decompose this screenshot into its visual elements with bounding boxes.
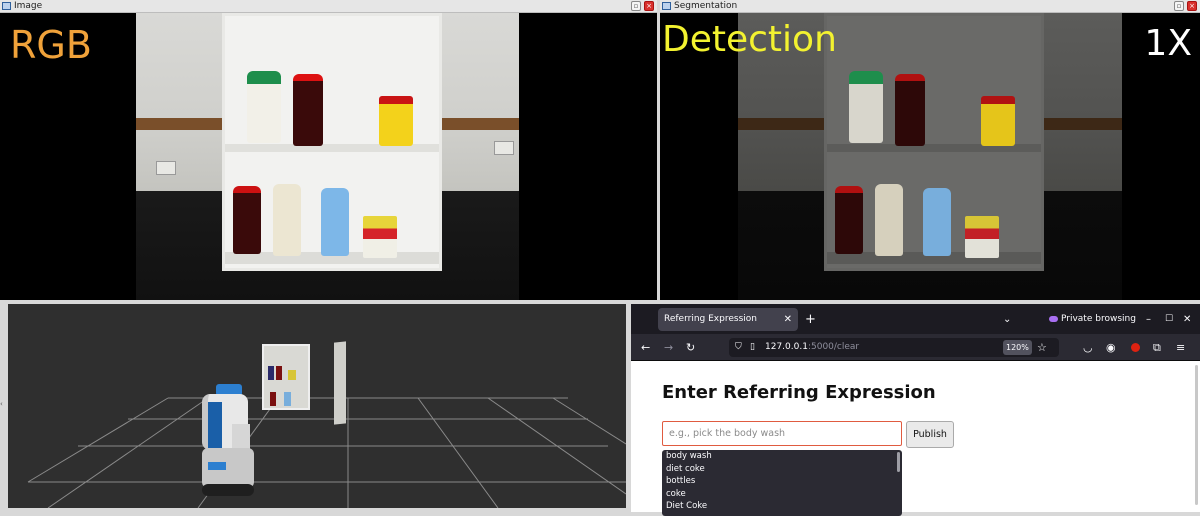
minimize-icon[interactable]: – [1146, 308, 1151, 331]
segmentation-window-titlebar[interactable]: Segmentation ▫ × [660, 0, 1200, 13]
suggestion-item[interactable]: bottles [662, 475, 902, 488]
ground-grid [27, 397, 626, 508]
extension-badge-icon[interactable] [1131, 343, 1140, 352]
diet-coke-bottle [835, 186, 863, 254]
close-icon[interactable]: × [644, 1, 654, 11]
maximize-icon[interactable]: ☐ [1165, 308, 1173, 331]
menu-icon[interactable]: ≡ [1176, 334, 1185, 361]
ranch-bottle [247, 71, 281, 143]
door-panel-model [334, 341, 346, 425]
new-tab-button[interactable]: + [805, 308, 816, 331]
page-content: Enter Referring Expression e.g., pick th… [631, 361, 1200, 516]
lipton-canister [379, 96, 413, 146]
account-icon[interactable]: ◉ [1106, 334, 1116, 361]
url-host: 127.0.0.1 [765, 342, 808, 352]
robot-model [196, 384, 258, 502]
shelf-model [262, 344, 310, 410]
zoom-label: 1X [1144, 23, 1192, 64]
rviz-3d-view[interactable]: ‹ [0, 304, 626, 508]
diet-coke-bottle [233, 186, 261, 254]
lotion-bottle [875, 184, 903, 256]
shield-icon[interactable]: ⛉ [735, 338, 742, 357]
maximize-icon[interactable]: ▫ [631, 1, 641, 11]
pocket-icon[interactable]: ◡ [1083, 334, 1093, 361]
coke-bottle [895, 74, 925, 146]
reload-icon[interactable]: ↻ [686, 334, 695, 361]
suggestion-item[interactable]: body wash [662, 450, 902, 463]
bookmark-star-icon[interactable]: ☆ [1037, 334, 1047, 361]
close-icon[interactable]: × [1187, 1, 1197, 11]
camera-scene [136, 13, 519, 300]
detection-view: Detection 1X [660, 13, 1200, 300]
private-mask-icon [1049, 315, 1058, 322]
browser-window: Referring Expression ✕ + ⌄ Private brows… [631, 304, 1200, 516]
body-wash-bottle [321, 188, 349, 256]
wall-outlet [156, 161, 176, 175]
page-icon[interactable]: ▯ [750, 338, 755, 357]
zoom-indicator[interactable]: 120% [1003, 340, 1032, 355]
segmentation-window-title: Segmentation [674, 1, 738, 11]
list-tabs-icon[interactable]: ⌄ [1003, 308, 1011, 331]
suggestion-item[interactable]: coke [662, 488, 902, 501]
wall-outlet [494, 141, 514, 155]
forward-icon[interactable]: → [664, 334, 673, 361]
shelf-unit [824, 13, 1044, 271]
nav-bar: ← → ↻ ⛉ ▯ 127.0.0.1:5000/clear 120% ☆ ◡ … [631, 334, 1200, 361]
rgb-label: RGB [10, 23, 92, 67]
page-title: Enter Referring Expression [662, 382, 936, 403]
image-window-titlebar[interactable]: Image ▫ × [0, 0, 657, 13]
tab-strip: Referring Expression ✕ + ⌄ Private brows… [631, 304, 1200, 334]
page-scrollbar[interactable] [1195, 365, 1198, 505]
coke-bottle [293, 74, 323, 146]
publish-button[interactable]: Publish [906, 421, 954, 448]
window-icon [2, 2, 11, 10]
ranch-bottle [849, 71, 883, 143]
expression-input[interactable]: e.g., pick the body wash [662, 421, 902, 446]
suggestion-item[interactable]: Diet Coke [662, 500, 902, 513]
close-window-icon[interactable]: ✕ [1183, 308, 1191, 331]
body-wash-bottle [923, 188, 951, 256]
image-window: Image ▫ × RGB [0, 0, 657, 300]
dropdown-scrollbar[interactable] [897, 452, 900, 472]
image-window-title: Image [14, 1, 43, 11]
lipton-canister [981, 96, 1015, 146]
detection-label: Detection [662, 19, 837, 60]
rgb-camera-view: RGB [0, 13, 657, 300]
baking-soda-box [965, 216, 999, 258]
segmentation-window: Segmentation ▫ × Detection 1X [660, 0, 1200, 300]
window-icon [662, 2, 671, 10]
shelf-unit [222, 13, 442, 271]
extensions-icon[interactable]: ⧉ [1153, 334, 1161, 361]
maximize-icon[interactable]: ▫ [1174, 1, 1184, 11]
url-path: :5000/clear [807, 342, 860, 352]
rviz-left-handle[interactable]: ‹ [0, 400, 6, 410]
suggestion-item[interactable]: diet coke [662, 463, 902, 476]
autocomplete-dropdown: body wash diet coke bottles coke Diet Co… [662, 450, 902, 516]
back-icon[interactable]: ← [641, 334, 650, 361]
private-browsing: Private browsing [1049, 308, 1136, 331]
tab-title: Referring Expression [664, 314, 757, 324]
tab-referring-expression[interactable]: Referring Expression ✕ [658, 308, 798, 331]
lotion-bottle [273, 184, 301, 256]
private-browsing-label: Private browsing [1061, 314, 1136, 324]
baking-soda-box [363, 216, 397, 258]
close-tab-icon[interactable]: ✕ [784, 308, 792, 331]
